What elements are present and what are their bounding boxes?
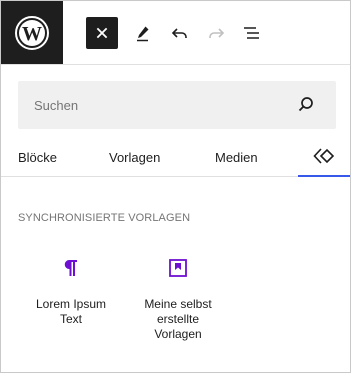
synced-pattern-item[interactable]: Meine selbst erstellte Vorlagen [125, 256, 231, 342]
pilcrow-icon [59, 256, 83, 280]
search-input[interactable] [18, 81, 288, 129]
list-view-icon [244, 27, 259, 39]
search-box [18, 81, 336, 129]
tab-synced-patterns[interactable] [298, 137, 350, 177]
section-title: SYNCHRONISIERTE VORLAGEN [18, 212, 191, 224]
synced-patterns-icon [313, 148, 335, 164]
tab-media[interactable]: Medien [215, 137, 258, 177]
close-icon [96, 27, 108, 39]
search-icon[interactable] [296, 95, 316, 115]
synced-pattern-item[interactable]: Lorem Ipsum Text [18, 256, 124, 327]
wordpress-logo-icon[interactable]: W [1, 1, 63, 64]
svg-text:W: W [22, 23, 42, 45]
block-item-label: Meine selbst erstellte Vorlagen [144, 297, 212, 341]
tab-blocks[interactable]: Blöcke [18, 137, 57, 177]
redo-button[interactable] [200, 17, 232, 49]
tools-button[interactable] [127, 17, 159, 49]
bookmark-icon [166, 256, 190, 280]
redo-icon [209, 28, 225, 38]
tab-patterns[interactable]: Vorlagen [109, 137, 160, 177]
undo-icon [171, 28, 187, 38]
close-inserter-button[interactable] [86, 17, 118, 49]
undo-button[interactable] [164, 17, 196, 49]
block-inserter-panel: W Suchen Blöcke Vorlagen Medien SYNCHRON… [0, 0, 351, 373]
list-view-button[interactable] [236, 17, 268, 49]
editor-toolbar: W [1, 1, 350, 65]
block-item-label: Lorem Ipsum Text [35, 297, 107, 326]
inserter-tabs: Blöcke Vorlagen Medien [1, 137, 350, 177]
pencil-icon [137, 26, 149, 42]
